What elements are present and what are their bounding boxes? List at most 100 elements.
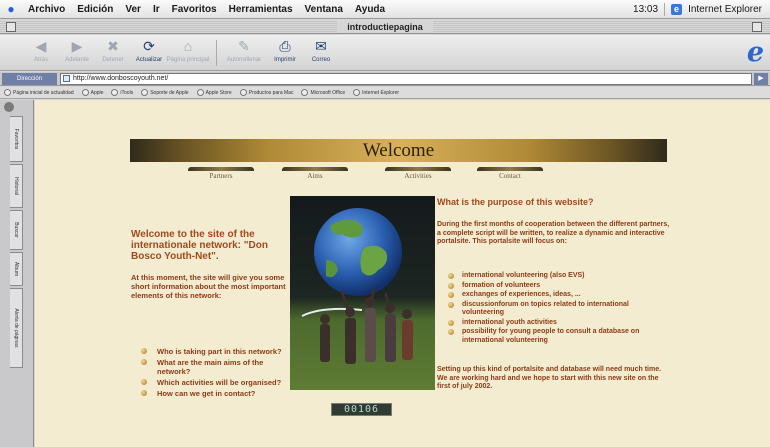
favorite-link[interactable]: Productos para Mac [239, 89, 293, 96]
favorite-label: iTools [120, 89, 134, 96]
home-label: Página principal [166, 57, 210, 63]
menu-archivo[interactable]: Archivo [22, 4, 71, 15]
sidebar-tab-buscar[interactable]: Buscar [10, 210, 23, 250]
menu-edicion[interactable]: Edición [71, 4, 119, 15]
favorite-label: Soporte de Apple [150, 89, 189, 96]
favorite-link[interactable]: Apple Store [196, 89, 232, 96]
sidebar-tab-album[interactable]: Álbum [10, 252, 23, 286]
globe-youth-photo [290, 196, 435, 390]
mail-label: Correo [311, 57, 331, 63]
favorite-link[interactable]: Apple [81, 89, 104, 96]
list-item: possibility for young people to consult … [448, 328, 668, 345]
menu-ir[interactable]: Ir [147, 4, 166, 15]
apple-menu-icon[interactable]: ● [0, 2, 22, 16]
favorite-globe-icon [111, 89, 119, 96]
print-button[interactable]: ⎙ Imprimir [266, 37, 304, 69]
menu-favoritos[interactable]: Favoritos [166, 4, 223, 15]
focus-list: international volunteering (also EVS) fo… [448, 272, 668, 346]
autofill-pen-icon: ✎ [238, 38, 250, 54]
sidebar-tab-favoritos[interactable]: Favoritos [10, 116, 23, 162]
menu-ayuda[interactable]: Ayuda [349, 4, 391, 15]
nav-tab-label: Aims [307, 172, 323, 180]
mail-button[interactable]: ✉ Correo [302, 37, 340, 69]
address-field[interactable]: http://www.donboscoyouth.net/ [60, 73, 752, 85]
menu-bar: ● Archivo Edición Ver Ir Favoritos Herra… [0, 0, 770, 19]
menu-ventana[interactable]: Ventana [299, 4, 349, 15]
list-item-text: possibility for young people to consult … [462, 328, 640, 344]
page-viewport[interactable]: Welcome Partners Aims Activities Contact… [35, 100, 770, 447]
page-icon [63, 75, 70, 82]
intro-paragraph: At this moment, the site will give you s… [131, 273, 286, 300]
nav-tab-contact[interactable]: Contact [477, 167, 543, 181]
toolbar-divider [216, 40, 217, 66]
favorite-label: Página inicial de actualidad [13, 89, 74, 96]
list-item: formation of volunteers [448, 282, 668, 291]
browser-toolbar: ◀ Atrás ▶ Adelante ✖ Detener ⟳ Actualiza… [0, 35, 770, 71]
nav-tab-activities[interactable]: Activities [385, 167, 451, 181]
sidebar-tab-alerta[interactable]: Alerta de páginas [10, 288, 23, 368]
nav-tab-partners[interactable]: Partners [188, 167, 254, 181]
internet-explorer-logo-icon: e [746, 37, 764, 68]
purpose-paragraph: During the first months of cooperation b… [437, 221, 670, 245]
stop-x-icon: ✖ [107, 38, 119, 54]
favorite-label: Internet Explorer [362, 89, 400, 96]
favorite-label: Apple [90, 89, 104, 96]
sidebar-tab-label: Historial [13, 176, 19, 196]
question-link[interactable]: What are the main aims of the network? [141, 358, 291, 376]
welcome-banner: Welcome [130, 139, 667, 162]
question-link[interactable]: How can we get in contact? [141, 389, 291, 398]
menu-herramientas[interactable]: Herramientas [223, 4, 299, 15]
question-link[interactable]: Who is taking part in this network? [141, 347, 291, 356]
bullet-icon [448, 319, 454, 326]
favorite-link[interactable]: Microsoft Office [301, 89, 345, 96]
favorite-globe-icon [81, 89, 89, 96]
list-item: discussionforum on topics related to int… [448, 301, 668, 318]
sidebar-tab-label: Alerta de páginas [13, 308, 19, 348]
go-arrow-icon[interactable]: ▶ [754, 73, 768, 85]
refresh-icon: ⟳ [143, 38, 155, 54]
application-menu[interactable]: Internet Explorer [688, 4, 762, 15]
refresh-button[interactable]: ⟳ Actualizar [130, 37, 168, 69]
zoom-box-icon[interactable] [752, 22, 762, 32]
stop-button[interactable]: ✖ Detener [94, 37, 132, 69]
question-text: What are the main aims of the network? [157, 358, 264, 376]
question-list: Who is taking part in this network? What… [141, 347, 291, 400]
menubar-divider [664, 2, 666, 16]
sidebar-tab-historial[interactable]: Historial [10, 164, 23, 208]
home-icon: ⌂ [183, 38, 193, 54]
question-text: Who is taking part in this network? [157, 347, 282, 356]
mail-icon: ✉ [315, 38, 327, 54]
nav-tab-aims[interactable]: Aims [282, 167, 348, 181]
bullet-icon [141, 348, 147, 354]
bullet-icon [141, 379, 147, 385]
nav-tab-label: Contact [499, 172, 521, 180]
back-button[interactable]: ◀ Atrás [22, 37, 60, 69]
stop-label: Detener [102, 57, 124, 63]
list-item-text: formation of volunteers [462, 281, 541, 289]
window-title-bar[interactable]: introductiepagina [0, 20, 770, 34]
favorite-link[interactable]: Soporte de Apple [141, 89, 189, 96]
favorite-link[interactable]: Página inicial de actualidad [4, 89, 74, 96]
back-label: Atrás [33, 57, 48, 63]
forward-label: Adelante [65, 57, 89, 63]
menu-ver[interactable]: Ver [119, 4, 147, 15]
internet-explorer-app-icon: e [671, 3, 683, 15]
favorite-globe-icon [196, 89, 204, 96]
forward-button[interactable]: ▶ Adelante [58, 37, 96, 69]
sidebar-tab-label: Favoritos [13, 128, 19, 150]
question-link[interactable]: Which activities will be organised? [141, 378, 291, 387]
autofill-button[interactable]: ✎ Autorrellenar [222, 37, 266, 69]
list-item-text: discussionforum on topics related to int… [462, 300, 629, 317]
list-item-text: international youth activities [462, 318, 557, 326]
home-button[interactable]: ⌂ Página principal [166, 37, 210, 69]
list-item: international volunteering (also EVS) [448, 272, 668, 281]
favorite-link[interactable]: iTools [111, 89, 133, 96]
address-label: Dirección [2, 73, 57, 85]
bullet-icon [448, 273, 454, 279]
intro-heading: Welcome to the site of the international… [131, 229, 268, 262]
sidebar-toggle-icon[interactable] [4, 102, 14, 112]
closing-paragraph: Setting up this kind of portalsite and d… [437, 366, 662, 390]
favorite-link[interactable]: Internet Explorer [353, 89, 399, 96]
address-bar: Dirección http://www.donboscoyouth.net/ … [0, 72, 770, 86]
close-box-icon[interactable] [6, 22, 16, 32]
